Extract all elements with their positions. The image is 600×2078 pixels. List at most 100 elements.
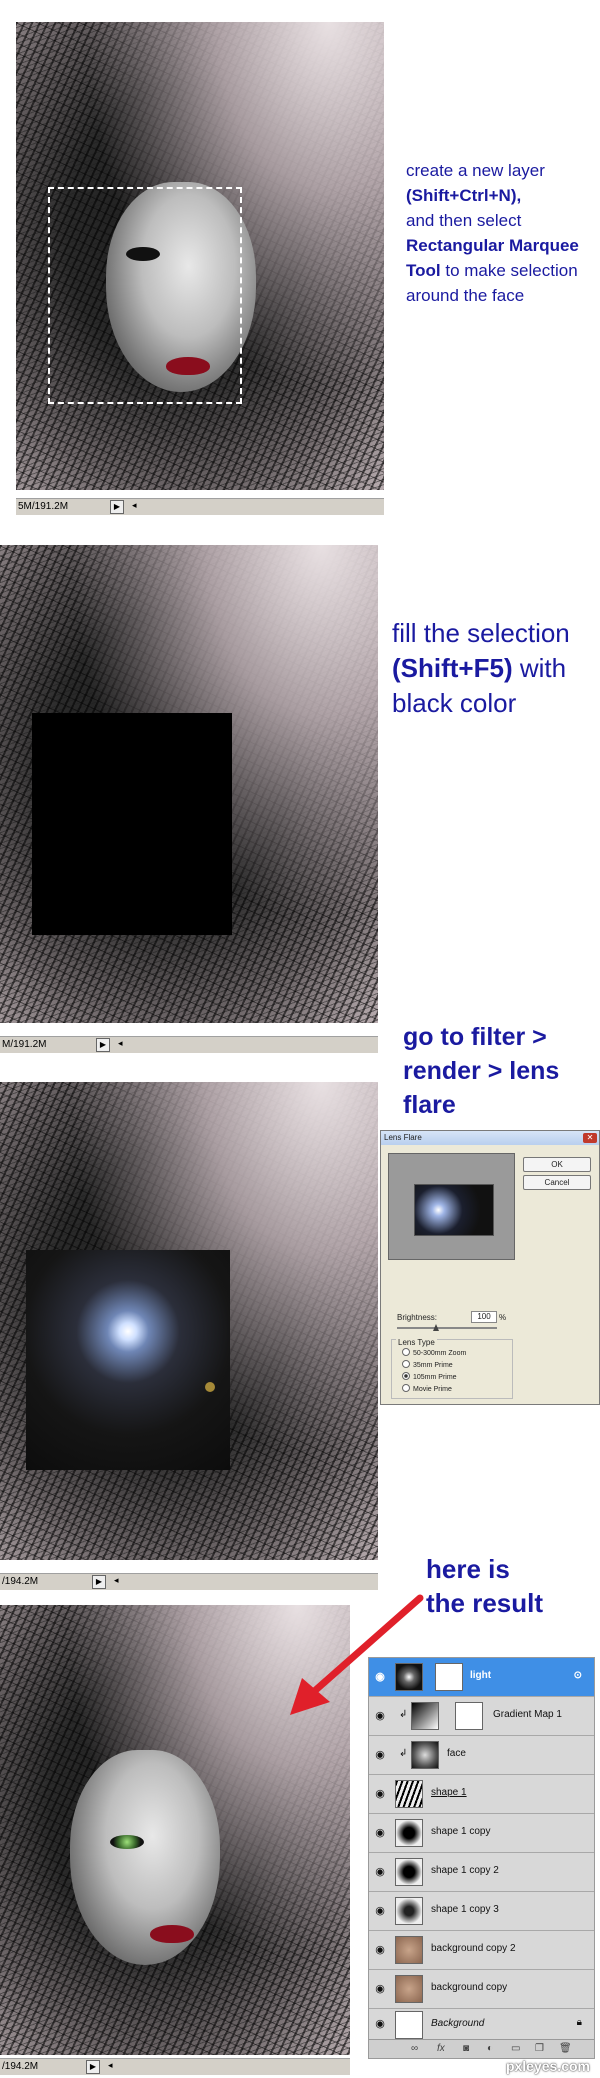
layer-thumbnail <box>395 1780 423 1808</box>
flare-preview-thumbnail[interactable] <box>414 1184 494 1236</box>
step2-instructions: fill the selection (Shift+F5) with black… <box>392 616 597 721</box>
layer-shape-1-copy-2[interactable]: ◉ shape 1 copy 2 <box>369 1853 594 1892</box>
close-icon[interactable]: ✕ <box>583 1133 597 1143</box>
slider-thumb[interactable] <box>433 1324 439 1331</box>
status-text: M/191.2M <box>2 1039 47 1050</box>
status-menu-arrow[interactable]: ▶ <box>96 1038 110 1052</box>
status-text: /194.2M <box>2 2061 39 2072</box>
layer-thumbnail <box>395 1819 423 1847</box>
layer-shape-1-copy-3[interactable]: ◉ shape 1 copy 3 <box>369 1892 594 1931</box>
brightness-unit: % <box>499 1313 507 1322</box>
status-menu-arrow[interactable]: ▶ <box>86 2060 100 2074</box>
eye-icon[interactable]: ◉ <box>373 1709 387 1723</box>
layers-footer: ∞ fx ◙ ◐ ▭ ❐ 🗑︎ <box>369 2039 594 2058</box>
step1-instructions: create a new layer (Shift+Ctrl+N), and t… <box>406 158 591 308</box>
eye-icon[interactable]: ◉ <box>373 2017 387 2031</box>
layer-shape-1[interactable]: ◉ shape 1 <box>369 1775 594 1814</box>
mask-icon[interactable]: ◙ <box>463 2043 469 2054</box>
layer-shape-1-copy[interactable]: ◉ shape 1 copy <box>369 1814 594 1853</box>
layer-thumbnail <box>395 1663 423 1691</box>
step4-instructions: here is the result <box>426 1552 596 1620</box>
cancel-button[interactable]: Cancel <box>523 1175 591 1190</box>
glowing-eye <box>110 1835 144 1849</box>
style-icon: ⊙ <box>573 1670 582 1681</box>
scroll-left-icon[interactable]: ◂ <box>118 1038 123 1049</box>
status-text: /194.2M <box>2 1576 39 1587</box>
lens-flare-dialog: Lens Flare ✕ OK Cancel Brightness: 100 %… <box>380 1130 600 1405</box>
step3-text-1: go to <box>403 1023 465 1051</box>
layer-face[interactable]: ◉ ↲ face <box>369 1736 594 1775</box>
site-watermark: pxleyes.com <box>505 2058 590 2074</box>
layer-name: face <box>447 1748 466 1759</box>
step2-statusbar: M/191.2M ▶ ◂ <box>0 1036 378 1053</box>
status-menu-arrow[interactable]: ▶ <box>92 1575 106 1589</box>
status-menu-arrow[interactable]: ▶ <box>110 500 124 514</box>
ok-button[interactable]: OK <box>523 1157 591 1172</box>
eye-icon[interactable]: ◉ <box>373 1787 387 1801</box>
clip-icon: ↲ <box>399 1748 408 1759</box>
radio-label: 50-300mm Zoom <box>413 1350 467 1357</box>
step3-statusbar: /194.2M ▶ ◂ <box>0 1573 378 1590</box>
eye-icon[interactable]: ◉ <box>373 1748 387 1762</box>
adjustment-icon[interactable]: ◐ <box>487 2043 493 2054</box>
fx-icon[interactable]: fx <box>437 2043 445 2054</box>
eye-icon[interactable]: ◉ <box>373 1826 387 1840</box>
new-layer-icon[interactable]: ❐ <box>535 2043 544 2054</box>
layer-background-copy[interactable]: ◉ background copy <box>369 1970 594 2009</box>
layer-name: Gradient Map 1 <box>493 1709 562 1720</box>
layer-name: background copy 2 <box>431 1943 516 1954</box>
scroll-left-icon[interactable]: ◂ <box>108 2060 113 2071</box>
step3-screenshot <box>0 1082 378 1560</box>
brightness-field[interactable]: 100 <box>471 1311 497 1323</box>
eye-icon[interactable]: ◉ <box>373 1865 387 1879</box>
radio-label: Movie Prime <box>413 1386 452 1393</box>
layer-name: shape 1 copy <box>431 1826 491 1837</box>
black-fill-rectangle <box>32 713 232 935</box>
adjustment-thumbnail <box>411 1702 439 1730</box>
eye-icon[interactable]: ◉ <box>373 1943 387 1957</box>
scroll-left-icon[interactable]: ◂ <box>132 500 137 511</box>
layer-background-copy-2[interactable]: ◉ background copy 2 <box>369 1931 594 1970</box>
step1-statusbar: 5M/191.2M ▶ ◂ <box>16 498 384 515</box>
layer-thumbnail <box>395 1858 423 1886</box>
layer-name: shape 1 copy 2 <box>431 1865 499 1876</box>
layer-thumbnail <box>395 1975 423 2003</box>
lips <box>150 1925 194 1943</box>
step3-instructions: go to filter > render > lens flare <box>403 1020 598 1122</box>
radio-105mm-prime[interactable]: 105mm Prime <box>402 1372 457 1381</box>
lock-icon: 🔒︎ <box>576 2017 582 2028</box>
radio-movie-prime[interactable]: Movie Prime <box>402 1384 452 1393</box>
brightness-slider[interactable] <box>397 1324 497 1331</box>
radio-label: 35mm Prime <box>413 1362 453 1369</box>
radio-label: 105mm Prime <box>413 1374 457 1381</box>
radio-35mm-prime[interactable]: 35mm Prime <box>402 1360 453 1369</box>
step4-text-2: the result <box>426 1588 544 1618</box>
eye-icon[interactable]: ◉ <box>373 1670 387 1684</box>
eye-icon[interactable]: ◉ <box>373 1982 387 1996</box>
folder-icon[interactable]: ▭ <box>511 2043 520 2054</box>
flare-ghost <box>205 1382 215 1392</box>
layer-thumbnail <box>395 2011 423 2039</box>
link-icon[interactable]: ∞ <box>411 2043 418 2054</box>
lens-type-label: Lens Type <box>396 1338 437 1347</box>
flare-preview <box>388 1153 515 1260</box>
layer-gradient-map-1[interactable]: ◉ ↲ Gradient Map 1 <box>369 1697 594 1736</box>
layers-panel: ◉ light ⊙ ◉ ↲ Gradient Map 1 ◉ ↲ face ◉ … <box>368 1657 595 2059</box>
radio-50-300mm-zoom[interactable]: 50-300mm Zoom <box>402 1348 466 1357</box>
step1-text-2: and then select <box>406 211 522 230</box>
step4-text-1: here is <box>426 1554 510 1584</box>
layer-thumbnail <box>411 1741 439 1769</box>
step4-statusbar: /194.2M ▶ ◂ <box>0 2058 350 2075</box>
layer-background[interactable]: ◉ Background 🔒︎ <box>369 2009 594 2040</box>
layer-light[interactable]: ◉ light ⊙ <box>369 1658 594 1697</box>
step1-text-1: create a new layer <box>406 161 545 180</box>
eye-icon[interactable]: ◉ <box>373 1904 387 1918</box>
layer-name: Background <box>431 2018 485 2029</box>
step2-shortcut: (Shift+F5) <box>392 653 513 683</box>
layer-name: background copy <box>431 1982 508 1993</box>
step2-screenshot <box>0 545 378 1023</box>
step1-shortcut: (Shift+Ctrl+N), <box>406 186 522 205</box>
trash-icon[interactable]: 🗑︎ <box>559 2043 572 2054</box>
scroll-left-icon[interactable]: ◂ <box>114 1575 119 1586</box>
clip-icon: ↲ <box>399 1709 408 1720</box>
